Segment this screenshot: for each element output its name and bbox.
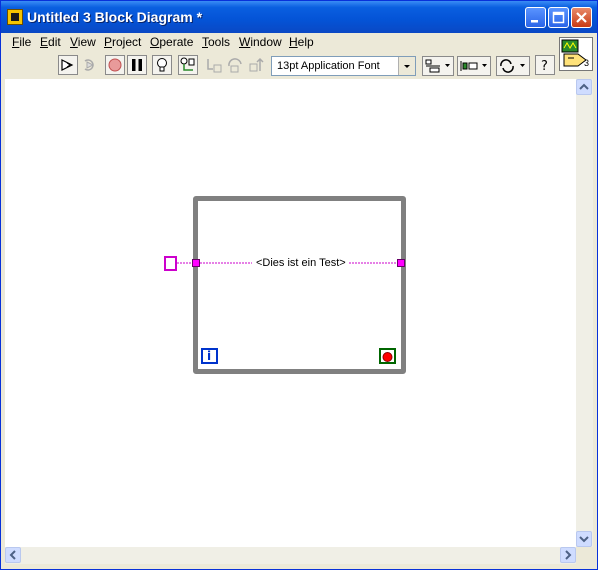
step-over-button[interactable] <box>225 55 245 75</box>
text-settings-select[interactable]: 13pt Application Font <box>271 56 416 76</box>
connector-label: 3 <box>584 58 590 68</box>
menu-window[interactable]: Window <box>239 35 282 49</box>
scroll-left-button[interactable] <box>5 547 21 563</box>
abort-icon <box>108 58 122 72</box>
context-help-icon: ? <box>541 59 548 74</box>
step-into-button[interactable] <box>204 55 224 75</box>
stop-button-icon <box>382 352 393 362</box>
while-loop[interactable] <box>193 196 406 374</box>
scroll-down-button[interactable] <box>576 531 592 547</box>
menu-file[interactable]: File <box>12 35 31 49</box>
highlight-execution-button[interactable] <box>152 55 172 75</box>
minimize-button[interactable] <box>525 7 546 28</box>
chevron-left-icon <box>9 550 16 560</box>
align-objects-icon <box>425 59 450 73</box>
window-title: Untitled 3 Block Diagram * <box>27 9 203 25</box>
iteration-terminal[interactable]: i <box>201 348 218 364</box>
chevron-down-icon <box>398 57 415 75</box>
close-icon <box>576 12 587 23</box>
distribute-objects-button[interactable] <box>457 56 491 76</box>
font-select-value: 13pt Application Font <box>277 60 380 72</box>
step-out-icon <box>249 57 264 72</box>
run-continuously-icon <box>84 59 95 71</box>
chevron-up-icon <box>579 83 589 90</box>
pause-button[interactable] <box>127 55 147 75</box>
step-over-icon <box>228 58 242 73</box>
align-objects-button[interactable] <box>422 56 454 76</box>
run-button[interactable] <box>58 55 78 75</box>
close-button[interactable] <box>571 7 592 28</box>
vertical-scrollbar[interactable] <box>576 79 593 547</box>
iteration-terminal-label: i <box>207 349 212 363</box>
menu-edit[interactable]: Edit <box>40 35 61 49</box>
run-icon <box>61 59 74 71</box>
run-continuously-button[interactable] <box>80 55 100 75</box>
step-into-icon <box>207 59 222 73</box>
menu-view[interactable]: View <box>70 35 96 49</box>
block-diagram-window: Untitled 3 Block Diagram * File Edit Vie… <box>0 0 598 570</box>
menu-project[interactable]: Project <box>104 35 141 49</box>
size-grip[interactable] <box>576 547 593 564</box>
reorder-button[interactable] <box>496 56 530 76</box>
output-tunnel[interactable] <box>397 259 405 267</box>
distribute-objects-icon <box>460 61 487 71</box>
scroll-up-button[interactable] <box>576 79 592 95</box>
loop-condition-terminal[interactable] <box>379 348 396 364</box>
menu-help[interactable]: Help <box>289 35 314 49</box>
toolbar: 13pt Application Font ? <box>1 53 557 79</box>
scroll-right-button[interactable] <box>560 547 576 563</box>
maximize-icon <box>552 11 565 24</box>
retain-wire-values-button[interactable] <box>178 55 198 75</box>
input-tunnel[interactable] <box>192 259 200 267</box>
menu-bar: File Edit View Project Operate Tools Win… <box>1 33 557 53</box>
context-help-button[interactable]: ? <box>535 55 555 75</box>
svg-text:?: ? <box>541 59 548 74</box>
retain-wire-values-icon <box>180 57 195 71</box>
chevron-right-icon <box>565 550 572 560</box>
maximize-button[interactable] <box>548 7 569 28</box>
string-terminal-left[interactable] <box>164 256 177 271</box>
menu-tools[interactable]: Tools <box>202 35 230 49</box>
minimize-icon <box>531 20 538 23</box>
abort-button[interactable] <box>105 55 125 75</box>
reorder-icon <box>500 59 525 73</box>
menu-operate[interactable]: Operate <box>150 35 193 49</box>
vi-icon-pane[interactable]: 3 <box>559 37 593 71</box>
labview-vi-icon <box>7 9 23 25</box>
horizontal-scrollbar[interactable] <box>5 547 576 564</box>
string-constant-label[interactable]: <Dies ist ein Test> <box>254 257 348 269</box>
highlight-execution-icon <box>157 58 167 72</box>
chevron-down-icon <box>579 536 589 543</box>
title-bar[interactable]: Untitled 3 Block Diagram * <box>1 1 597 33</box>
pause-icon <box>132 59 142 71</box>
step-out-button[interactable] <box>247 55 267 75</box>
